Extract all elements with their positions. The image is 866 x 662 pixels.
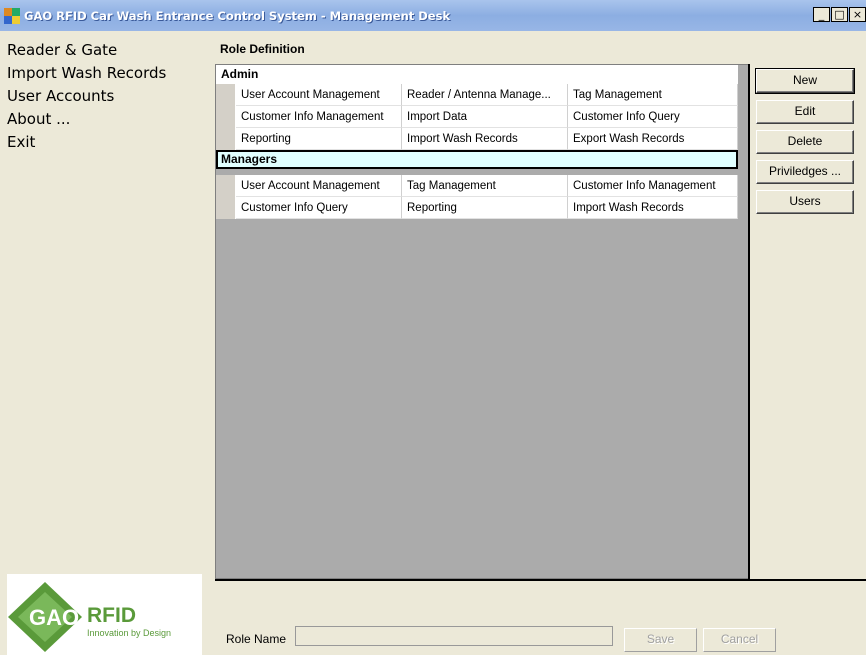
table-cell[interactable]: Reporting (402, 197, 568, 219)
company-logo: GAO RFID Innovation by Design (7, 574, 202, 659)
window-controls: _ □ × (813, 7, 866, 22)
new-button[interactable]: New (755, 68, 855, 94)
users-button[interactable]: Users (756, 190, 854, 214)
group-header-managers[interactable]: Managers (216, 150, 738, 169)
minimize-button[interactable]: _ (813, 7, 830, 22)
window-title: GAO RFID Car Wash Entrance Control Syste… (24, 8, 451, 23)
table-row[interactable]: Customer Info Query Reporting Import Was… (216, 197, 738, 219)
row-header[interactable] (216, 84, 236, 106)
role-name-input[interactable] (295, 626, 613, 646)
action-buttons: New Edit Delete Priviledges ... Users (750, 64, 866, 579)
table-cell[interactable]: Import Wash Records (402, 128, 568, 150)
main-panel: Role Definition Admin User Account Manag… (203, 31, 866, 655)
table-row[interactable]: User Account Management Reader / Antenna… (216, 84, 738, 106)
delete-button[interactable]: Delete (756, 130, 854, 154)
row-header[interactable] (216, 197, 236, 219)
row-header[interactable] (216, 128, 236, 150)
table-cell[interactable]: User Account Management (236, 84, 402, 106)
save-button[interactable]: Save (624, 628, 697, 652)
group-header-admin[interactable]: Admin (216, 65, 738, 84)
sidebar: Reader & Gate Import Wash Records User A… (0, 31, 203, 659)
row-header[interactable] (216, 106, 236, 128)
logo-suffix-text: RFID (87, 604, 136, 627)
table-cell[interactable]: Export Wash Records (568, 128, 738, 150)
table-cell[interactable]: Customer Info Query (568, 106, 738, 128)
edit-button[interactable]: Edit (756, 100, 854, 124)
table-cell[interactable]: Tag Management (568, 84, 738, 106)
table-cell[interactable]: Tag Management (402, 175, 568, 197)
sidebar-item-about[interactable]: About ... (7, 110, 70, 128)
row-header[interactable] (216, 175, 236, 197)
close-button[interactable]: × (849, 7, 866, 22)
maximize-button[interactable]: □ (831, 7, 848, 22)
horizontal-divider (215, 579, 866, 581)
gao-rfid-logo-icon: GAO RFID Innovation by Design (8, 582, 171, 652)
cancel-button[interactable]: Cancel (703, 628, 776, 652)
table-cell[interactable]: Customer Info Management (568, 175, 738, 197)
sidebar-item-reader-gate[interactable]: Reader & Gate (7, 41, 117, 59)
privileges-button[interactable]: Priviledges ... (756, 160, 854, 184)
table-cell[interactable]: User Account Management (236, 175, 402, 197)
role-grid[interactable]: Admin User Account Management Reader / A… (215, 64, 750, 579)
table-row[interactable]: Reporting Import Wash Records Export Was… (216, 128, 738, 150)
logo-tagline-text: Innovation by Design (87, 628, 171, 638)
logo-brand-text: GAO (29, 605, 79, 630)
table-cell[interactable]: Customer Info Management (236, 106, 402, 128)
app-icon (4, 7, 20, 24)
sidebar-item-exit[interactable]: Exit (7, 133, 35, 151)
table-cell[interactable]: Import Wash Records (568, 197, 738, 219)
table-row[interactable]: User Account Management Tag Management C… (216, 175, 738, 197)
section-title: Role Definition (220, 42, 305, 56)
table-cell[interactable]: Import Data (402, 106, 568, 128)
title-bar: GAO RFID Car Wash Entrance Control Syste… (0, 0, 866, 31)
table-cell[interactable]: Customer Info Query (236, 197, 402, 219)
role-name-label: Role Name (226, 632, 287, 646)
sidebar-item-import-wash-records[interactable]: Import Wash Records (7, 64, 166, 82)
sidebar-item-user-accounts[interactable]: User Accounts (7, 87, 114, 105)
table-cell[interactable]: Reporting (236, 128, 402, 150)
table-cell[interactable]: Reader / Antenna Manage... (402, 84, 568, 106)
table-row[interactable]: Customer Info Management Import Data Cus… (216, 106, 738, 128)
